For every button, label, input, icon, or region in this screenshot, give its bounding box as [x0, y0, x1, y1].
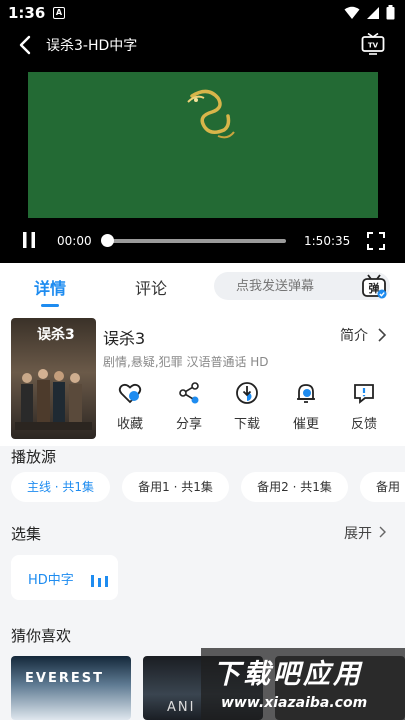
watermark-url: www.xiazaiba.com — [221, 695, 368, 711]
favorite-label: 收藏 — [116, 417, 143, 432]
movie-meta: 剧情,悬疑,犯罪 汉语普通话 HD — [103, 355, 269, 369]
recommend-item[interactable]: EVEREST — [11, 656, 131, 720]
share-icon — [179, 382, 199, 404]
episode-section-title: 选集 — [11, 525, 42, 543]
movie-title: 误杀3 — [103, 329, 146, 348]
download-button[interactable]: 下载 — [222, 381, 272, 432]
movie-poster[interactable]: 误杀3 — [11, 318, 96, 439]
favorite-button[interactable]: 收藏 — [105, 381, 155, 432]
battery-icon — [386, 5, 395, 20]
pause-icon[interactable] — [20, 231, 38, 249]
notification-icon: A — [53, 7, 65, 19]
signal-icon — [367, 6, 379, 19]
episode-item[interactable]: HD中字 — [11, 555, 118, 600]
tab-active-indicator — [41, 304, 59, 307]
video-player[interactable]: 1:36 A 误杀3-HD中字 TV 00:00 1:50:35 — [0, 0, 405, 263]
recommend-title: ANI — [167, 700, 196, 715]
wifi-icon — [344, 6, 360, 19]
seek-bar[interactable] — [106, 239, 286, 243]
fullscreen-icon[interactable] — [366, 231, 386, 251]
feedback-icon — [354, 384, 374, 404]
recommend-title: EVEREST — [25, 671, 104, 686]
share-label: 分享 — [175, 417, 202, 432]
poster-title: 误杀3 — [37, 327, 75, 343]
studio-logo-icon — [187, 89, 235, 139]
urge-update-button[interactable]: 催更 — [281, 381, 331, 432]
download-label: 下载 — [233, 417, 260, 432]
source-item-main[interactable]: 主线 · 共1集 — [11, 472, 110, 502]
watermark: 下载吧应用 www.xiazaiba.com — [201, 648, 405, 720]
playing-bars-icon — [91, 575, 108, 587]
danmu-toggle-icon[interactable]: 弹 — [360, 272, 388, 300]
bell-icon — [297, 384, 315, 403]
download-icon — [236, 382, 258, 404]
poster-figures-image — [15, 369, 92, 430]
heart-icon — [118, 383, 142, 404]
tab-comment[interactable]: 评论 — [135, 275, 167, 299]
movie-info-card: 误杀3 误杀3 简介 剧情,悬疑,犯罪 汉语普通话 HD 收藏 分享 下载 催更 — [0, 309, 405, 446]
episode-label: HD中字 — [28, 573, 74, 588]
source-item-backup3[interactable]: 备用 — [360, 472, 405, 502]
source-item-backup2[interactable]: 备用2 · 共1集 — [241, 472, 348, 502]
feedback-label: 反馈 — [350, 417, 377, 432]
player-controls: 00:00 1:50:35 — [0, 225, 405, 259]
feedback-button[interactable]: 反馈 — [339, 381, 389, 432]
watermark-main: 下载吧应用 — [213, 659, 363, 690]
source-section-title: 播放源 — [11, 448, 57, 466]
svg-text:TV: TV — [368, 42, 379, 50]
tab-detail[interactable]: 详情 — [34, 275, 66, 299]
status-time: 1:36 — [8, 4, 46, 22]
action-row: 收藏 分享 下载 催更 反馈 — [103, 381, 393, 436]
source-list: 主线 · 共1集 备用1 · 共1集 备用2 · 共1集 备用 — [0, 472, 405, 504]
share-button[interactable]: 分享 — [164, 381, 214, 432]
urge-update-label: 催更 — [292, 417, 319, 432]
recommend-section-title: 猜你喜欢 — [11, 627, 72, 645]
chevron-right-icon[interactable] — [376, 327, 388, 343]
status-icons — [344, 5, 395, 20]
source-item-backup1[interactable]: 备用1 · 共1集 — [122, 472, 229, 502]
back-arrow-icon[interactable] — [16, 34, 36, 56]
expand-button[interactable]: 展开 — [344, 523, 372, 543]
player-top-bar: 误杀3-HD中字 TV — [0, 30, 405, 60]
intro-button[interactable]: 简介 — [340, 325, 368, 345]
video-frame[interactable] — [28, 72, 378, 218]
current-time: 00:00 — [57, 234, 92, 248]
tab-bar: 详情 评论 弹 — [0, 263, 405, 309]
total-duration: 1:50:35 — [304, 234, 351, 248]
video-title: 误杀3-HD中字 — [46, 38, 138, 54]
chevron-right-icon[interactable] — [378, 525, 388, 539]
seek-handle[interactable] — [101, 234, 114, 247]
status-bar: 1:36 A — [0, 0, 405, 26]
cast-tv-icon[interactable]: TV — [361, 33, 385, 55]
